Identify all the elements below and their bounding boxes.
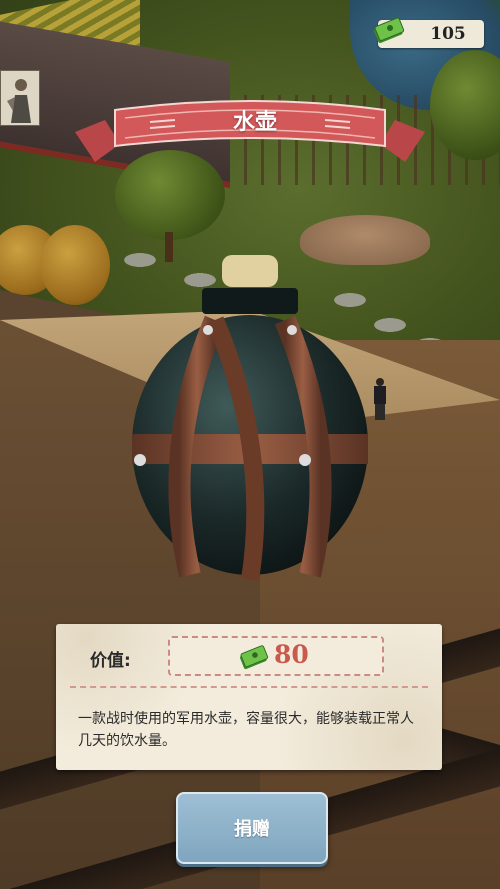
money-amount: 105: [430, 24, 466, 44]
cash-stack-icon: [374, 17, 405, 44]
value-label: 价值:: [90, 651, 131, 671]
item-info-card: 价值: 80 一款战时使用的军用水壶，容量很大，能够装载正常人几天的饮水量。: [56, 624, 442, 770]
canteen-item-icon: [132, 255, 368, 582]
donate-button[interactable]: 捐赠: [176, 792, 328, 864]
money-counter: 105: [374, 17, 484, 48]
card-divider: [70, 686, 428, 688]
item-description: 一款战时使用的军用水壶，容量很大，能够装载正常人几天的饮水量。: [78, 711, 414, 749]
portrait-figure-icon: [1, 71, 39, 125]
character-portrait[interactable]: [0, 70, 40, 126]
value-amount: 80: [274, 640, 309, 669]
autumn-tree: [40, 225, 110, 305]
value-box: 80: [168, 636, 384, 676]
item-title: 水壶: [232, 110, 277, 135]
title-ribbon: 水壶: [75, 92, 425, 172]
cash-stack-icon: [240, 645, 269, 670]
